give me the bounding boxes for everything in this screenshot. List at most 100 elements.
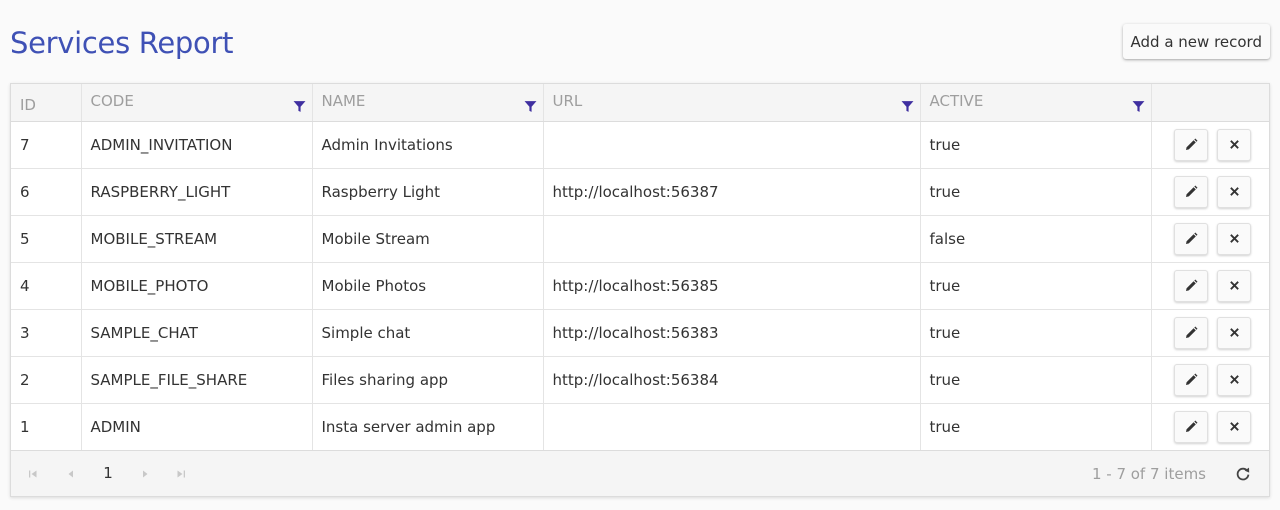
column-header-id[interactable]: ID xyxy=(11,84,82,122)
cell-active: true xyxy=(920,121,1152,169)
edit-button[interactable] xyxy=(1174,410,1208,443)
close-icon xyxy=(1229,422,1239,431)
cell-code: MOBILE_STREAM xyxy=(81,215,313,263)
table-row: 3 SAMPLE_CHAT Simple chat http://localhost:… xyxy=(11,309,1269,357)
column-header-label: ACTIVE xyxy=(929,92,984,110)
cell-active: true xyxy=(920,356,1152,404)
row-actions xyxy=(1151,356,1269,404)
pencil-icon xyxy=(1186,138,1198,150)
pencil-icon xyxy=(1186,373,1198,385)
cell-code: SAMPLE_FILE_SHARE xyxy=(81,356,313,404)
cell-url xyxy=(543,215,921,263)
pencil-icon xyxy=(1186,279,1198,291)
edit-button[interactable] xyxy=(1174,222,1208,255)
last-page-icon[interactable] xyxy=(176,469,186,479)
cell-active: true xyxy=(920,262,1152,310)
first-page-icon[interactable] xyxy=(28,469,38,479)
prev-page-icon[interactable] xyxy=(66,469,76,479)
table-row: 7 ADMIN_INVITATION Admin Invitations true xyxy=(11,121,1269,169)
table-row: 5 MOBILE_STREAM Mobile Stream false xyxy=(11,215,1269,263)
filter-icon[interactable] xyxy=(1132,99,1145,112)
row-actions xyxy=(1151,403,1269,451)
cell-code: RASPBERRY_LIGHT xyxy=(81,168,313,216)
cell-id: 2 xyxy=(11,356,82,404)
filter-icon[interactable] xyxy=(524,99,537,112)
edit-button[interactable] xyxy=(1174,128,1208,161)
edit-button[interactable] xyxy=(1174,269,1208,302)
close-icon xyxy=(1229,187,1239,196)
row-actions xyxy=(1151,168,1269,216)
cell-url xyxy=(543,121,921,169)
cell-url: http://localhost:56384 xyxy=(543,356,921,404)
cell-id: 7 xyxy=(11,121,82,169)
delete-button[interactable] xyxy=(1217,128,1251,161)
pencil-icon xyxy=(1186,185,1198,197)
refresh-icon[interactable] xyxy=(1235,466,1251,482)
cell-name: Simple chat xyxy=(312,309,544,357)
column-header-code[interactable]: CODE xyxy=(81,84,313,122)
edit-button[interactable] xyxy=(1174,175,1208,208)
delete-button[interactable] xyxy=(1217,363,1251,396)
table-row: 4 MOBILE_PHOTO Mobile Photos http://localho… xyxy=(11,262,1269,310)
row-actions xyxy=(1151,262,1269,310)
column-header-label: ID xyxy=(20,96,36,114)
pencil-icon xyxy=(1186,326,1198,338)
pencil-icon xyxy=(1186,232,1198,244)
cell-active: true xyxy=(920,168,1152,216)
row-actions xyxy=(1151,121,1269,169)
header-row: ID CODE NAME URL ACTIVE xyxy=(11,84,1269,122)
table-row: 6 RASPBERRY_LIGHT Raspberry Light http://lo… xyxy=(11,168,1269,216)
cell-name: Raspberry Light xyxy=(312,168,544,216)
column-header-label: CODE xyxy=(90,92,134,110)
row-actions xyxy=(1151,309,1269,357)
close-icon xyxy=(1229,328,1239,337)
grid-body: 7 ADMIN_INVITATION Admin Invitations true 6 R… xyxy=(11,121,1269,451)
cell-url: http://localhost:56387 xyxy=(543,168,921,216)
cell-name: Insta server admin app xyxy=(312,403,544,451)
cell-code: ADMIN xyxy=(81,403,313,451)
close-icon xyxy=(1229,375,1239,384)
cell-url: http://localhost:56383 xyxy=(543,309,921,357)
delete-button[interactable] xyxy=(1217,410,1251,443)
cell-id: 1 xyxy=(11,403,82,451)
pager-info: 1 - 7 of 7 items xyxy=(1091,465,1206,483)
cell-active: true xyxy=(920,309,1152,357)
delete-button[interactable] xyxy=(1217,316,1251,349)
cell-code: MOBILE_PHOTO xyxy=(81,262,313,310)
edit-button[interactable] xyxy=(1174,363,1208,396)
table-row: 1 ADMIN Insta server admin app true xyxy=(11,403,1269,451)
edit-button[interactable] xyxy=(1174,316,1208,349)
filter-icon[interactable] xyxy=(293,99,306,112)
column-header-name[interactable]: NAME xyxy=(312,84,544,122)
pencil-icon xyxy=(1186,420,1198,432)
column-header-actions[interactable] xyxy=(1151,84,1269,122)
services-table: ID CODE NAME URL ACTIVE 7 ADMIN_INVITATION Adm… xyxy=(11,84,1269,451)
cell-name: Mobile Stream xyxy=(312,215,544,263)
add-record-button[interactable]: Add a new record xyxy=(1122,24,1270,59)
cell-code: SAMPLE_CHAT xyxy=(81,309,313,357)
column-header-active[interactable]: ACTIVE xyxy=(920,84,1152,122)
cell-id: 6 xyxy=(11,168,82,216)
cell-url: http://localhost:56385 xyxy=(543,262,921,310)
cell-active: false xyxy=(920,215,1152,263)
delete-button[interactable] xyxy=(1217,269,1251,302)
filter-icon[interactable] xyxy=(901,99,914,112)
column-header-label: URL xyxy=(552,92,583,110)
table-row: 2 SAMPLE_FILE_SHARE Files sharing app http:… xyxy=(11,356,1269,404)
delete-button[interactable] xyxy=(1217,175,1251,208)
cell-id: 5 xyxy=(11,215,82,263)
services-grid: ID CODE NAME URL ACTIVE 7 ADMIN_INVITATION Adm… xyxy=(10,83,1270,497)
cell-id: 3 xyxy=(11,309,82,357)
column-header-url[interactable]: URL xyxy=(543,84,921,122)
cell-name: Mobile Photos xyxy=(312,262,544,310)
cell-name: Admin Invitations xyxy=(312,121,544,169)
current-page[interactable]: 1 xyxy=(100,464,116,482)
cell-url xyxy=(543,403,921,451)
cell-id: 4 xyxy=(11,262,82,310)
page-title: Services Report xyxy=(10,26,234,60)
pager: 1 1 - 7 of 7 items xyxy=(11,450,1269,496)
cell-code: ADMIN_INVITATION xyxy=(81,121,313,169)
next-page-icon[interactable] xyxy=(140,469,150,479)
delete-button[interactable] xyxy=(1217,222,1251,255)
cell-name: Files sharing app xyxy=(312,356,544,404)
